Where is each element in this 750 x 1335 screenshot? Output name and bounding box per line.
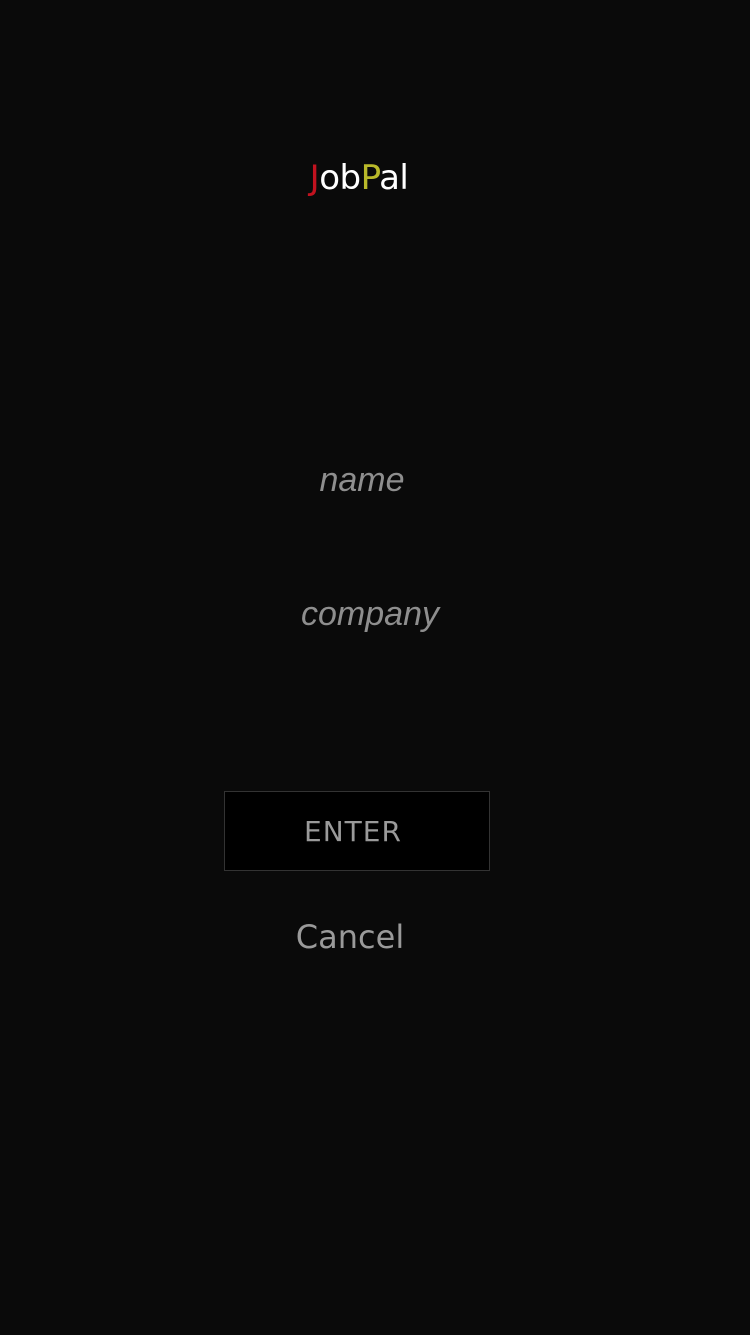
enter-button[interactable]: ENTER: [224, 791, 490, 871]
app-logo: JobPal: [0, 154, 718, 202]
cancel-button[interactable]: Cancel: [250, 912, 450, 962]
logo-letters-al: al: [379, 158, 409, 198]
logo-letter-p: P: [360, 158, 380, 198]
name-input[interactable]: [142, 445, 582, 515]
enter-button-label: ENTER: [304, 814, 402, 848]
login-screen: JobPal ENTER Cancel: [0, 0, 750, 1335]
logo-letters-ob: ob: [319, 158, 361, 198]
company-input[interactable]: [150, 579, 590, 649]
logo-letter-j: J: [309, 158, 320, 198]
